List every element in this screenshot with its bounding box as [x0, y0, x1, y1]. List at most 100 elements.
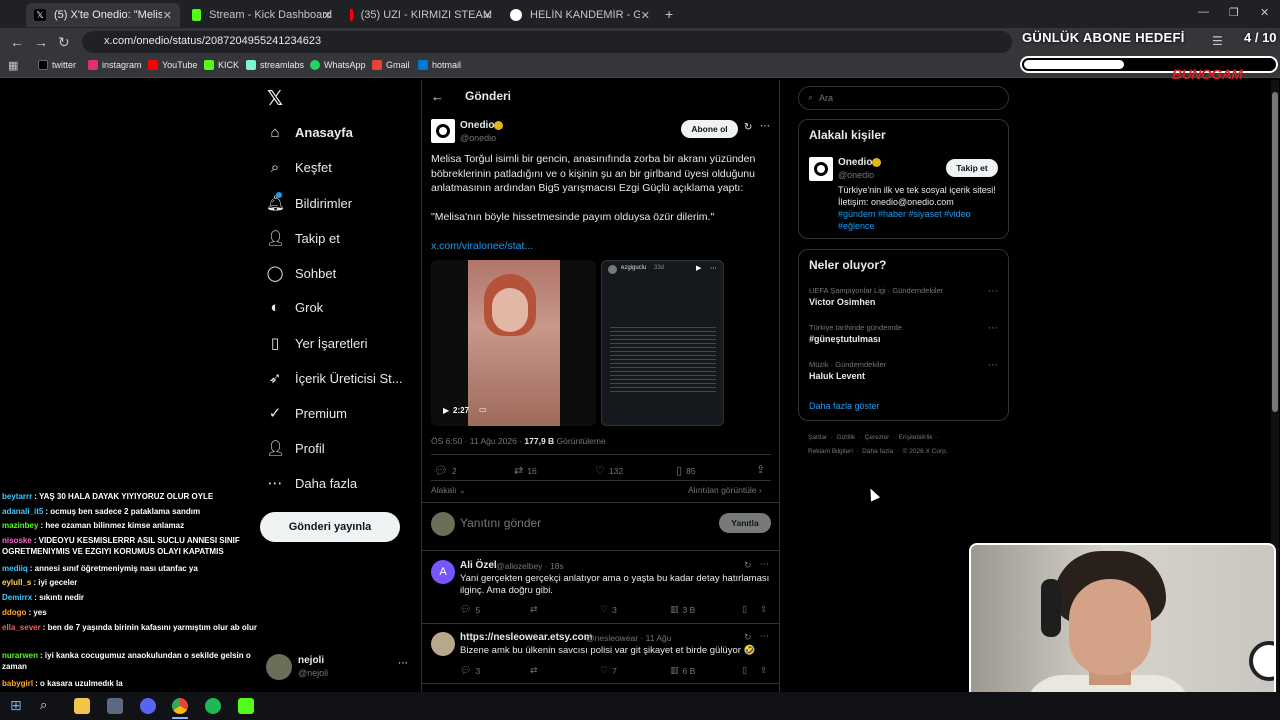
- discord-icon[interactable]: [140, 698, 156, 714]
- account-switcher[interactable]: nejoli @nejoli ⋯: [266, 652, 412, 682]
- share-icon[interactable]: ⇪: [760, 604, 768, 615]
- x-logo-icon[interactable]: 𝕏: [267, 86, 283, 111]
- reply-author-name[interactable]: Ali Özel: [460, 560, 497, 571]
- more-icon[interactable]: ⋯: [398, 658, 408, 669]
- more-icon[interactable]: ⋯: [760, 631, 769, 642]
- bookmark-icon[interactable]: ▯: [742, 665, 747, 676]
- file-explorer-icon[interactable]: [74, 698, 90, 714]
- tab-youtube[interactable]: (35) UZI - KIRMIZI STEAM ✕: [342, 3, 500, 27]
- chat-username[interactable]: babygirl: [2, 679, 33, 688]
- tab-google[interactable]: HELİN KANDEMİR - Google'da ✕: [502, 3, 658, 27]
- trend-item[interactable]: Müzik · Gündemdekiler Haluk Levent: [809, 360, 886, 381]
- spotify-icon[interactable]: [205, 698, 221, 714]
- nav-bookmarks[interactable]: ▯ Yer İşaretleri: [266, 334, 368, 352]
- trend-item[interactable]: Türkiye tarihinde gündemde #güneştutulmas…: [809, 323, 902, 344]
- bookmark-action[interactable]: ▯ 85: [676, 464, 696, 477]
- author-avatar[interactable]: [431, 119, 455, 143]
- search-input[interactable]: ⌕ Ara: [798, 86, 1009, 110]
- nav-premium[interactable]: ✓ Premium: [266, 404, 347, 422]
- chat-username[interactable]: ddogo: [2, 608, 26, 617]
- kick-app-icon[interactable]: [238, 698, 254, 714]
- nav-more[interactable]: ⋯ Daha fazla: [266, 474, 358, 492]
- bookmark-instagram[interactable]: instagram: [88, 60, 142, 70]
- bookmark-streamlabs[interactable]: streamlabs: [246, 60, 304, 70]
- close-icon[interactable]: ✕: [163, 9, 172, 22]
- reply-input[interactable]: Yanıtını gönder: [460, 516, 541, 530]
- video-thumbnail[interactable]: ▶ 2:27 ▭: [431, 260, 596, 426]
- bookmark-twitter[interactable]: twitter: [38, 60, 76, 70]
- views-action[interactable]: ▥ 3 B: [670, 604, 695, 615]
- reply-action[interactable]: 💬︎ 5: [460, 604, 480, 615]
- chat-username[interactable]: eylull_s: [2, 578, 31, 587]
- nav-notifications[interactable]: 🔔︎ Bildirimler: [266, 192, 352, 212]
- more-icon[interactable]: ⋯: [988, 286, 998, 297]
- grok-action-icon[interactable]: ↻: [744, 632, 752, 643]
- close-icon[interactable]: ✕: [641, 9, 650, 22]
- chat-username[interactable]: ella_sever: [2, 623, 41, 632]
- back-icon[interactable]: ←: [10, 34, 24, 50]
- restore-icon[interactable]: ❐: [1229, 6, 1239, 19]
- tab-kick-dashboard[interactable]: Stream - Kick Dashboard ✕: [184, 3, 340, 27]
- apps-icon[interactable]: ▦: [8, 59, 18, 72]
- chat-username[interactable]: adanali_it5: [2, 507, 43, 516]
- list-item[interactable]: A Ali Özel @aliozelbey · 18s ↻ ⋯ Yani ge…: [422, 552, 779, 620]
- show-more-link[interactable]: Daha fazla göster: [809, 401, 880, 411]
- reload-icon[interactable]: ↻: [58, 34, 70, 51]
- tab-x-onedio[interactable]: 𝕏 (5) X'te Onedio: "Melisa Torğul ✕: [26, 3, 180, 27]
- reply-author-name[interactable]: https://nesleowear.etsy.com: [460, 632, 593, 643]
- post-link[interactable]: x.com/viralonee/stat...: [431, 239, 533, 254]
- nav-home[interactable]: ⌂ Anasayfa: [266, 124, 352, 141]
- list-item[interactable]: https://nesleowear.etsy.com @nesleowear …: [422, 625, 779, 685]
- related-name[interactable]: Onedio: [838, 157, 872, 168]
- author-name[interactable]: Onedio: [460, 120, 494, 131]
- search-icon[interactable]: ⌕: [40, 697, 47, 713]
- bookmark-hotmail[interactable]: hotmail: [418, 60, 461, 70]
- close-icon[interactable]: ✕: [483, 9, 492, 22]
- nav-explore[interactable]: ⌕ Keşfet: [266, 159, 332, 176]
- windows-start-icon[interactable]: ⊞: [10, 697, 22, 714]
- play-icon[interactable]: ▶: [443, 406, 449, 415]
- share-icon[interactable]: ⇪: [756, 463, 765, 476]
- scrollbar-thumb[interactable]: [1272, 92, 1278, 412]
- chat-username[interactable]: Demirrx: [2, 593, 32, 602]
- chat-username[interactable]: mediiq: [2, 564, 28, 573]
- like-action[interactable]: ♡ 7: [600, 665, 617, 676]
- like-action[interactable]: ♡ 3: [600, 604, 617, 615]
- trend-item[interactable]: UEFA Şampiyonlar Ligi · Gündemdekiler Vic…: [809, 286, 943, 307]
- nav-grok[interactable]: ◐ Grok: [266, 299, 323, 316]
- reply-action[interactable]: 💬︎ 2: [434, 464, 457, 477]
- chat-username[interactable]: beytarrr: [2, 492, 32, 501]
- repost-action[interactable]: ⇄: [530, 604, 542, 615]
- nav-creator-studio[interactable]: ➶ İçerik Üreticisi St...: [266, 369, 403, 387]
- video-thumbnail-2[interactable]: ezgiguclu 33d ▶ ⋯: [601, 260, 724, 426]
- bookmark-whatsapp[interactable]: WhatsApp: [310, 60, 366, 70]
- nav-profile[interactable]: 👤︎ Profil: [266, 439, 325, 457]
- more-icon[interactable]: ⋯: [988, 360, 998, 371]
- menu-icon[interactable]: ☰: [1212, 34, 1223, 48]
- like-action[interactable]: ♡ 132: [595, 464, 623, 477]
- nav-follow[interactable]: 👤︎ Takip et: [266, 229, 340, 247]
- bookmark-kick[interactable]: KICK: [204, 60, 239, 70]
- url-field[interactable]: x.com/onedio/status/2087204955241234623: [82, 31, 1012, 53]
- more-icon[interactable]: ⋯: [988, 323, 998, 334]
- minimize-icon[interactable]: —: [1198, 6, 1209, 18]
- chat-username[interactable]: nisoske: [2, 536, 32, 545]
- app-icon[interactable]: [107, 698, 123, 714]
- bookmark-icon[interactable]: ▯: [742, 604, 747, 615]
- back-arrow-icon[interactable]: ←: [431, 89, 444, 104]
- avatar[interactable]: [809, 157, 833, 181]
- repost-action[interactable]: ⇄ 16: [514, 464, 537, 477]
- sort-dropdown[interactable]: Alakalı ⌄: [431, 485, 466, 496]
- reply-button[interactable]: Yanıtla: [719, 513, 771, 533]
- more-icon[interactable]: ⋯: [760, 559, 769, 570]
- close-icon[interactable]: ✕: [323, 9, 332, 22]
- views-action[interactable]: ▥ 6 B: [670, 665, 695, 676]
- chat-username[interactable]: nurarwen: [2, 651, 38, 660]
- subscribe-button[interactable]: Abone ol: [681, 120, 738, 138]
- chat-username[interactable]: mazinbey: [2, 521, 38, 530]
- footer-links-2[interactable]: Reklam Bilgileri · Daha fazla · © 2026 X…: [808, 448, 948, 455]
- reply-action[interactable]: 💬︎ 3: [460, 665, 480, 676]
- share-icon[interactable]: ⇪: [760, 665, 768, 676]
- nav-chat[interactable]: ◯ Sohbet: [266, 264, 337, 282]
- captions-icon[interactable]: ▭: [479, 405, 487, 414]
